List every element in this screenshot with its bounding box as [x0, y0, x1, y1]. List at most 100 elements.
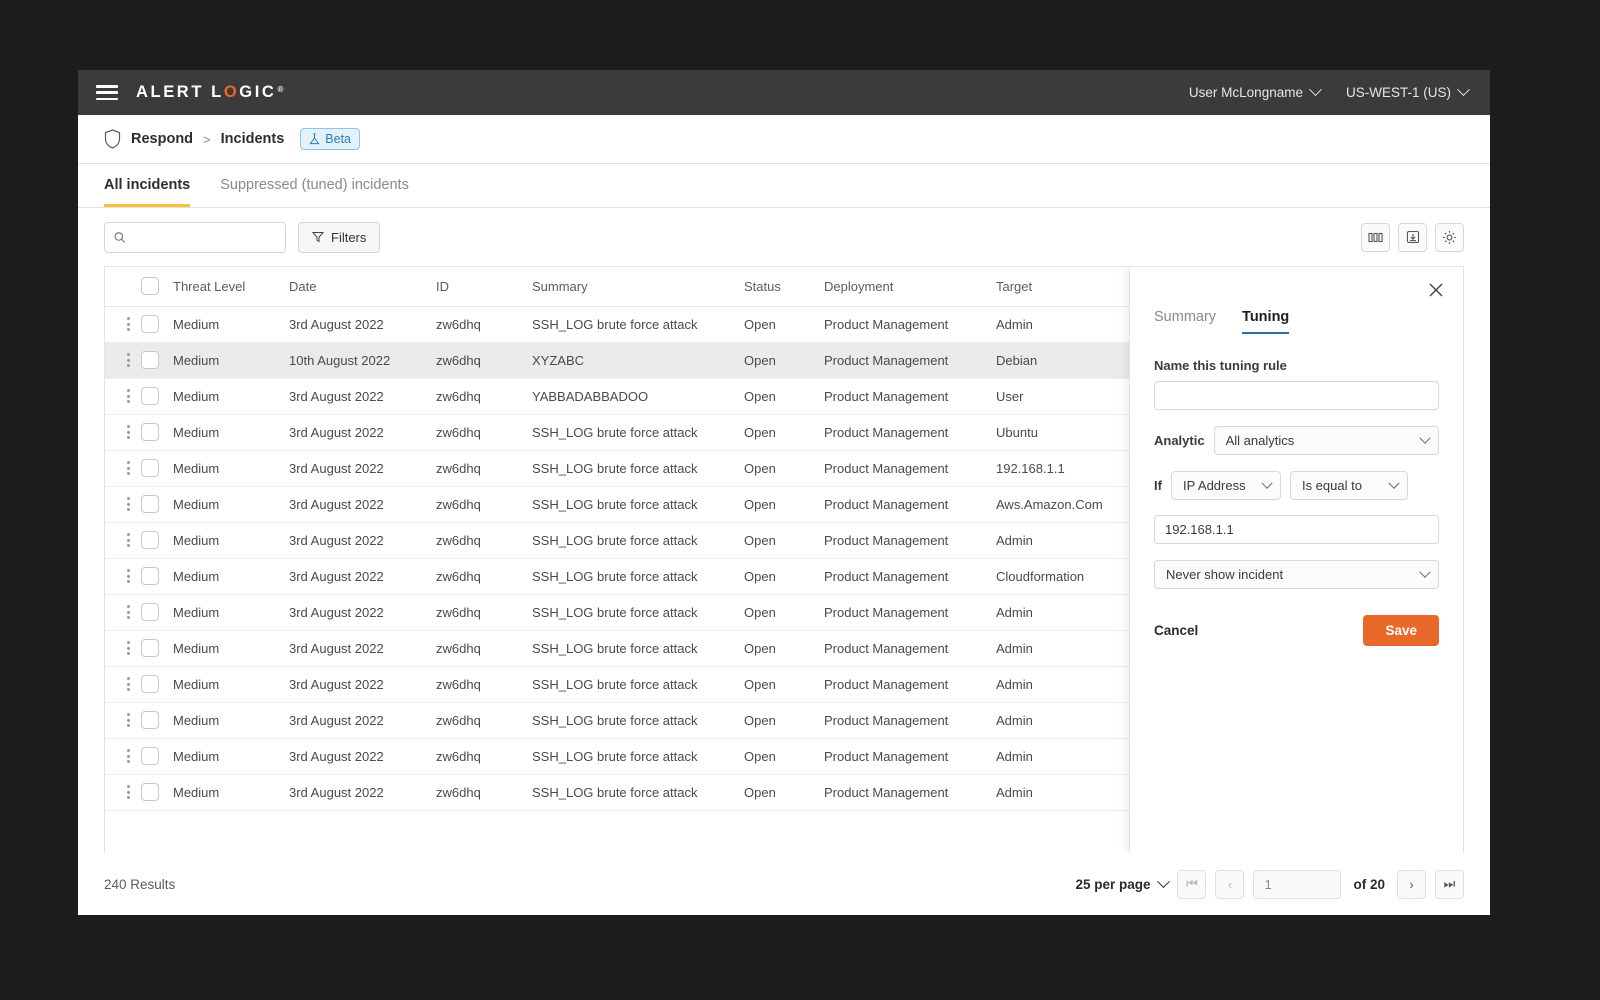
row-checkbox[interactable] [141, 351, 159, 369]
row-kebab-menu-icon[interactable] [127, 533, 131, 547]
cell-deployment: Product Management [824, 666, 996, 703]
condition-field-select[interactable]: IP Address [1170, 471, 1281, 500]
settings-gear-icon[interactable] [1435, 222, 1464, 252]
row-kebab-menu-icon[interactable] [127, 497, 131, 511]
cell-id: zw6dhq [436, 450, 532, 487]
row-checkbox[interactable] [141, 315, 159, 333]
hamburger-menu-icon[interactable] [96, 85, 118, 100]
header-summary[interactable]: Summary [532, 267, 744, 307]
cell-threat-level: Medium [173, 450, 289, 487]
cell-id: zw6dhq [436, 522, 532, 559]
row-kebab-menu-icon[interactable] [127, 569, 131, 583]
header-threat-level[interactable]: Threat Level [173, 267, 289, 307]
tab-tuning[interactable]: Tuning [1242, 309, 1290, 334]
tuning-action-select[interactable]: Never show incident [1154, 560, 1439, 589]
row-checkbox[interactable] [141, 675, 159, 693]
first-page-button[interactable]: ⏮ [1177, 869, 1207, 899]
header-id[interactable]: ID [436, 267, 532, 307]
row-checkbox[interactable] [141, 531, 159, 549]
row-kebab-menu-icon[interactable] [127, 605, 131, 619]
cell-threat-level: Medium [173, 774, 289, 811]
alert-logic-logo[interactable]: ALERT L O GIC ® [136, 83, 283, 102]
row-actions-cell [105, 594, 141, 631]
cell-deployment: Product Management [824, 306, 996, 343]
chevron-down-icon [1419, 432, 1431, 444]
filters-button[interactable]: Filters [298, 221, 381, 253]
row-select-cell [141, 630, 173, 667]
header-status[interactable]: Status [744, 267, 824, 307]
row-select-cell [141, 378, 173, 415]
tab-summary[interactable]: Summary [1154, 309, 1216, 334]
close-icon[interactable] [1427, 281, 1445, 299]
row-kebab-menu-icon[interactable] [127, 713, 131, 727]
chevron-down-icon [1157, 874, 1171, 888]
row-checkbox[interactable] [141, 567, 159, 585]
cell-threat-level: Medium [173, 738, 289, 775]
row-checkbox[interactable] [141, 639, 159, 657]
cell-date: 3rd August 2022 [289, 666, 436, 703]
header-deployment[interactable]: Deployment [824, 267, 996, 307]
analytic-select-value: All analytics [1225, 433, 1295, 448]
beta-badge[interactable]: Beta [300, 128, 360, 150]
row-checkbox[interactable] [141, 423, 159, 441]
cell-id: zw6dhq [436, 378, 532, 415]
search-box[interactable] [104, 221, 286, 253]
breadcrumb-item-respond[interactable]: Respond [131, 131, 193, 147]
row-kebab-menu-icon[interactable] [127, 353, 131, 367]
row-kebab-menu-icon[interactable] [127, 785, 131, 799]
row-checkbox[interactable] [141, 711, 159, 729]
cell-id: zw6dhq [436, 486, 532, 523]
tuning-rule-name-input[interactable] [1154, 381, 1439, 410]
save-button[interactable]: Save [1363, 615, 1439, 646]
incidents-table-container: Threat Level Date ID Summary Status Depl… [104, 266, 1464, 853]
cell-date: 3rd August 2022 [289, 594, 436, 631]
row-checkbox[interactable] [141, 603, 159, 621]
cell-status: Open [744, 774, 824, 811]
cell-date: 3rd August 2022 [289, 774, 436, 811]
row-kebab-menu-icon[interactable] [127, 389, 131, 403]
cell-id: zw6dhq [436, 558, 532, 595]
row-kebab-menu-icon[interactable] [127, 425, 131, 439]
row-select-cell [141, 414, 173, 451]
cell-deployment: Product Management [824, 774, 996, 811]
row-select-cell [141, 306, 173, 343]
row-checkbox[interactable] [141, 495, 159, 513]
row-actions-cell [105, 522, 141, 559]
per-page-select[interactable]: 25 per page [1075, 874, 1171, 892]
row-kebab-menu-icon[interactable] [127, 317, 131, 331]
row-checkbox[interactable] [141, 747, 159, 765]
row-checkbox[interactable] [141, 459, 159, 477]
breadcrumb-item-incidents[interactable]: Incidents [221, 131, 285, 147]
tab-suppressed-incidents[interactable]: Suppressed (tuned) incidents [220, 177, 409, 207]
row-checkbox[interactable] [141, 387, 159, 405]
cancel-button[interactable]: Cancel [1154, 623, 1198, 638]
row-kebab-menu-icon[interactable] [127, 749, 131, 763]
row-actions-cell [105, 306, 141, 343]
next-page-button[interactable]: › [1397, 869, 1426, 899]
page-number-input[interactable] [1253, 869, 1342, 899]
user-menu[interactable]: User McLongname [1189, 83, 1322, 100]
search-input[interactable] [132, 229, 276, 245]
tab-all-incidents[interactable]: All incidents [104, 177, 191, 207]
row-select-cell [141, 558, 173, 595]
row-kebab-menu-icon[interactable] [127, 641, 131, 655]
incident-tabs: All incidents Suppressed (tuned) inciden… [78, 164, 1490, 208]
export-icon[interactable] [1398, 222, 1427, 252]
region-menu[interactable]: US-WEST-1 (US) [1346, 83, 1470, 100]
cell-deployment: Product Management [824, 378, 996, 415]
header-date[interactable]: Date [289, 267, 436, 307]
cell-status: Open [744, 630, 824, 667]
row-actions-cell [105, 486, 141, 523]
cell-summary: SSH_LOG brute force attack [532, 522, 744, 559]
condition-operator-select[interactable]: Is equal to [1289, 471, 1408, 500]
row-checkbox[interactable] [141, 783, 159, 801]
columns-icon[interactable] [1361, 222, 1390, 252]
row-kebab-menu-icon[interactable] [127, 461, 131, 475]
row-kebab-menu-icon[interactable] [127, 677, 131, 691]
cell-deployment: Product Management [824, 486, 996, 523]
last-page-button[interactable]: ⏭ [1435, 869, 1464, 899]
analytic-select[interactable]: All analytics [1213, 426, 1439, 455]
condition-value-input[interactable] [1154, 515, 1439, 544]
select-all-checkbox[interactable] [141, 277, 159, 296]
previous-page-button[interactable]: ‹ [1215, 869, 1245, 899]
